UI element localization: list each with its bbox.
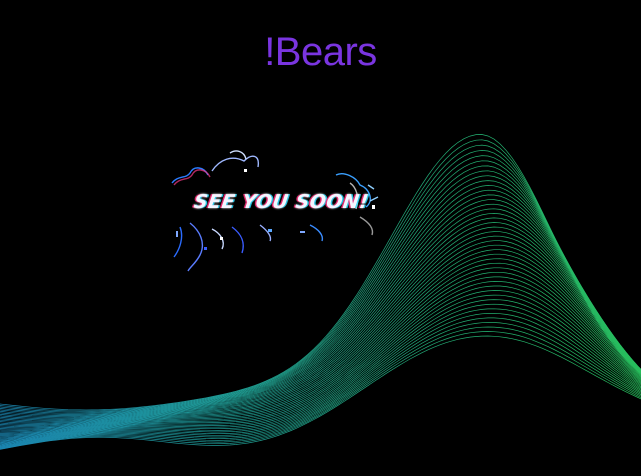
- wave-line: [0, 134, 641, 411]
- wave-line: [0, 175, 641, 420]
- wave-line: [0, 240, 641, 435]
- wave-mesh: [0, 134, 641, 450]
- wave-line: [0, 226, 641, 432]
- wave-line: [0, 180, 641, 421]
- wave-line: [0, 235, 641, 434]
- wave-line: [0, 139, 641, 412]
